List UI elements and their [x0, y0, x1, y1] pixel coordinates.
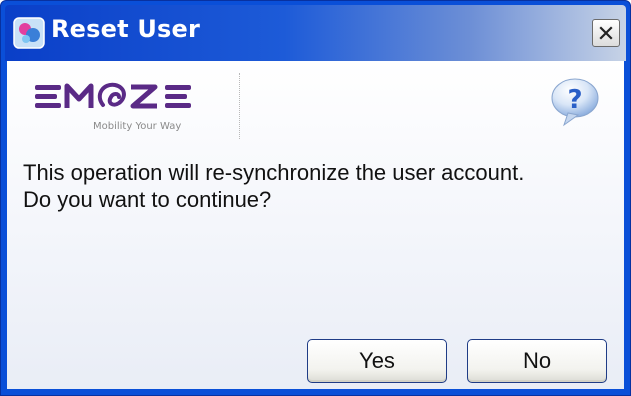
- emoze-logo-icon: [35, 82, 191, 109]
- question-icon: ?: [548, 75, 602, 129]
- logo-divider: [239, 73, 240, 139]
- no-button[interactable]: No: [467, 339, 607, 383]
- dialog-message: This operation will re-synchronize the u…: [23, 159, 608, 213]
- app-icon: [13, 17, 45, 49]
- brand-logo: Mobility Your Way: [33, 77, 233, 137]
- logo-tagline: Mobility Your Way: [93, 121, 182, 132]
- svg-text:?: ?: [567, 85, 582, 115]
- dialog-window: Reset User Mobility Your Way ? This oper…: [0, 0, 631, 396]
- title-bar[interactable]: Reset User: [5, 5, 626, 61]
- yes-button[interactable]: Yes: [307, 339, 447, 383]
- close-icon: [599, 26, 613, 40]
- message-line-2: Do you want to continue?: [23, 187, 272, 212]
- dialog-body: Mobility Your Way ? This operation will …: [7, 61, 624, 389]
- message-line-1: This operation will re-synchronize the u…: [23, 160, 525, 185]
- window-title: Reset User: [51, 15, 201, 43]
- close-button[interactable]: [592, 19, 620, 47]
